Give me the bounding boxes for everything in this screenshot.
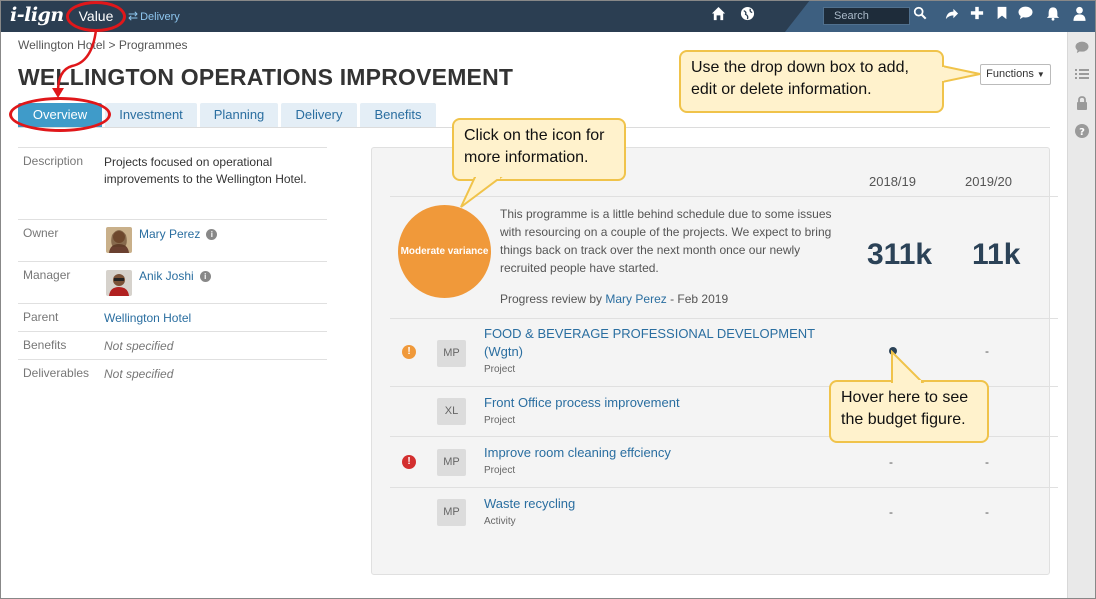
- callout-functions: Use the drop down box to add, edit or de…: [679, 50, 944, 113]
- project-link[interactable]: FOOD & BEVERAGE PROFESSIONAL DEVELOPMENT…: [484, 325, 834, 361]
- owner-value[interactable]: Mary Perez i: [139, 226, 218, 243]
- callout-tail: [460, 177, 503, 208]
- tab-benefits[interactable]: Benefits: [360, 103, 436, 127]
- project-link[interactable]: Improve room cleaning effciency: [484, 444, 671, 462]
- project-type: Activity: [484, 516, 516, 527]
- info-row-deliverables: Deliverables Not specified: [18, 359, 327, 387]
- owner-link[interactable]: Mary Perez: [139, 227, 200, 241]
- callout-icon: Click on the icon for more information.: [452, 118, 626, 181]
- review-date: - Feb 2019: [670, 292, 729, 306]
- budget-cell: -: [889, 505, 893, 519]
- comment-icon[interactable]: [1018, 6, 1033, 26]
- bookmark-icon[interactable]: [996, 6, 1008, 26]
- comments-icon[interactable]: [1074, 41, 1090, 57]
- user-icon[interactable]: [1073, 6, 1086, 27]
- divider: [390, 487, 1058, 488]
- deliverables-value: Not specified: [104, 367, 174, 381]
- info-row-parent: Parent Wellington Hotel: [18, 303, 327, 331]
- benefits-label: Benefits: [23, 338, 67, 352]
- parent-link[interactable]: Wellington Hotel: [104, 310, 191, 327]
- total-2019-20: 11k: [972, 238, 1021, 271]
- info-icon[interactable]: i: [199, 271, 211, 282]
- tab-investment[interactable]: Investment: [105, 103, 197, 127]
- manager-avatar: [106, 270, 132, 296]
- warning-icon[interactable]: !: [402, 345, 416, 359]
- budget-cell: -: [985, 344, 989, 358]
- manager-value[interactable]: Anik Joshi i: [139, 268, 211, 285]
- callout-tail: [891, 350, 925, 384]
- info-icon[interactable]: i: [206, 229, 218, 240]
- add-icon[interactable]: [970, 6, 984, 26]
- nav-delivery-label: Delivery: [140, 11, 180, 23]
- deliverables-label: Deliverables: [23, 366, 90, 380]
- search-icon[interactable]: [913, 6, 927, 26]
- size-badge: MP: [437, 340, 466, 367]
- nav-delivery-link[interactable]: ⇄ Delivery: [128, 9, 180, 23]
- budget-cell: -: [985, 505, 989, 519]
- progress-review: Progress review by Mary Perez - Feb 2019: [500, 292, 728, 306]
- project-type: Project: [484, 364, 516, 375]
- status-indicator-icon[interactable]: Moderate variance: [398, 205, 491, 298]
- review-prefix: Progress review by: [500, 292, 603, 306]
- info-row-benefits: Benefits Not specified: [18, 331, 327, 359]
- budget-cell: -: [985, 455, 989, 469]
- swap-icon: ⇄: [128, 9, 139, 23]
- alert-icon[interactable]: !: [402, 455, 416, 469]
- app-logo[interactable]: i-lign: [10, 4, 64, 26]
- help-icon[interactable]: ?: [1074, 124, 1090, 140]
- owner-avatar: [106, 227, 132, 253]
- lock-icon[interactable]: [1074, 96, 1090, 112]
- progress-summary: This programme is a little behind schedu…: [500, 207, 832, 275]
- size-badge: XL: [437, 398, 466, 425]
- caret-down-icon: ▼: [1036, 70, 1045, 79]
- parent-label: Parent: [23, 310, 59, 324]
- info-row-description: Description Projects focused on operatio…: [18, 147, 327, 219]
- tab-planning[interactable]: Planning: [200, 103, 278, 127]
- budget-cell: -: [889, 455, 893, 469]
- project-link[interactable]: Front Office process improvement: [484, 394, 680, 412]
- home-icon[interactable]: [711, 6, 726, 27]
- owner-label: Owner: [23, 226, 59, 240]
- project-type: Project: [484, 415, 516, 426]
- review-person-link[interactable]: Mary Perez: [605, 292, 666, 306]
- share-icon[interactable]: [944, 6, 959, 27]
- list-icon[interactable]: [1074, 68, 1090, 84]
- svg-text:?: ?: [1079, 127, 1085, 138]
- highlight-arrow: [52, 29, 98, 98]
- info-row-owner: Owner Mary Perez i: [18, 219, 327, 261]
- divider: [390, 318, 1058, 319]
- total-2018-19: 311k: [867, 238, 933, 271]
- bell-icon[interactable]: [1046, 6, 1060, 27]
- size-badge: MP: [437, 499, 466, 526]
- tab-delivery[interactable]: Delivery: [281, 103, 357, 127]
- search-input[interactable]: Search: [823, 7, 910, 25]
- callout-tail: [942, 64, 981, 84]
- right-sidebar: [1067, 32, 1096, 599]
- benefits-value: Not specified: [104, 339, 174, 353]
- project-type: Project: [484, 465, 516, 476]
- project-link[interactable]: Waste recycling: [484, 495, 575, 513]
- globe-icon[interactable]: [740, 6, 755, 27]
- functions-label: Functions: [986, 68, 1034, 80]
- info-row-manager: Manager Anik Joshi i: [18, 261, 327, 303]
- column-header-2019-20: 2019/20: [965, 174, 1012, 189]
- manager-link[interactable]: Anik Joshi: [139, 269, 194, 283]
- size-badge: MP: [437, 449, 466, 476]
- callout-hover: Hover here to see the budget figure.: [829, 380, 989, 443]
- description-value: Projects focused on operational improvem…: [104, 155, 307, 186]
- column-header-2018-19: 2018/19: [869, 174, 916, 189]
- highlight-ring: [9, 97, 111, 132]
- description-label: Description: [23, 154, 84, 168]
- manager-label: Manager: [23, 268, 71, 282]
- functions-dropdown[interactable]: Functions ▼: [980, 64, 1051, 85]
